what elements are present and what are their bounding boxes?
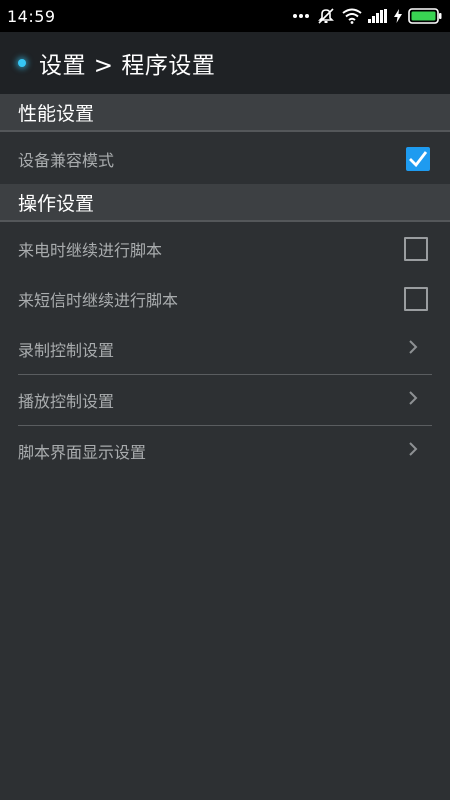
muted-icon [316, 7, 336, 25]
setting-label: 来电时继续进行脚本 [18, 241, 163, 260]
status-icons [292, 7, 442, 25]
setting-label: 设备兼容模式 [18, 151, 115, 170]
continue-on-call-checkbox[interactable] [404, 237, 428, 261]
setting-label: 脚本界面显示设置 [18, 443, 147, 462]
setting-label: 播放控制设置 [18, 392, 115, 411]
setting-row-device-compat-mode[interactable]: 设备兼容模式 [0, 134, 450, 184]
more-dots-icon [292, 13, 310, 19]
setting-row-continue-on-call[interactable]: 来电时继续进行脚本 [0, 224, 450, 274]
section-header-operation: 操作设置 [0, 184, 450, 222]
status-bar: 14:59 [0, 0, 450, 32]
page-title: 设置 > 程序设置 [39, 53, 216, 79]
setting-row-playback-control[interactable]: 播放控制设置 [0, 375, 450, 425]
device-compat-checkbox[interactable] [406, 147, 430, 171]
wifi-icon [342, 8, 362, 24]
setting-label: 录制控制设置 [18, 341, 115, 360]
signal-icon [368, 9, 388, 23]
setting-row-script-ui-display[interactable]: 脚本界面显示设置 [0, 426, 450, 476]
chevron-right-icon [408, 390, 418, 410]
section-header-performance: 性能设置 [0, 94, 450, 132]
app-bar: 设置 > 程序设置 [0, 32, 450, 94]
indicator-dot-icon [18, 59, 26, 67]
setting-label: 来短信时继续进行脚本 [18, 291, 179, 310]
setting-row-record-control[interactable]: 录制控制设置 [0, 324, 450, 374]
status-time: 14:59 [7, 6, 56, 26]
charging-icon [394, 9, 402, 23]
battery-icon [408, 8, 442, 24]
chevron-right-icon [408, 339, 418, 359]
chevron-right-icon [408, 441, 418, 461]
setting-row-continue-on-sms[interactable]: 来短信时继续进行脚本 [0, 274, 450, 324]
continue-on-sms-checkbox[interactable] [404, 287, 428, 311]
checkmark-icon [409, 151, 428, 168]
